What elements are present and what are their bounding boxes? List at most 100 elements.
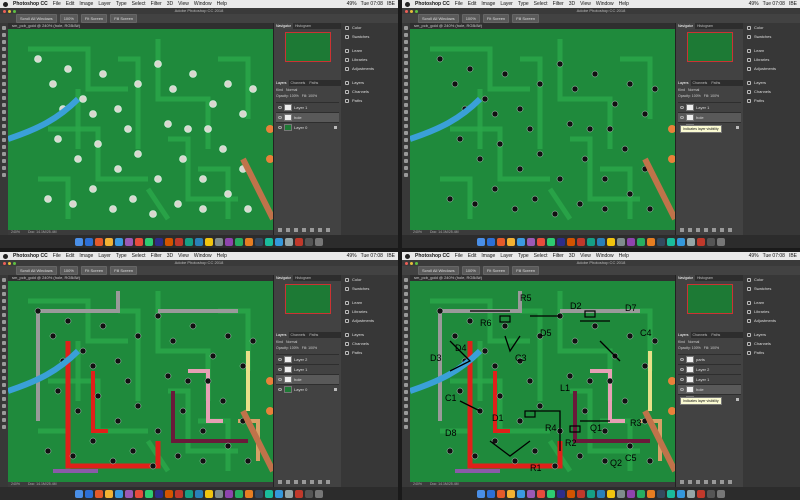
tool-icon[interactable] (2, 138, 6, 142)
minimize-window-icon[interactable] (410, 9, 413, 13)
eye-icon[interactable] (680, 106, 684, 109)
tool-icon[interactable] (2, 411, 6, 415)
eye-icon[interactable] (680, 116, 684, 119)
dock-app-icon[interactable] (195, 237, 203, 246)
dock-app-icon[interactable] (487, 489, 495, 498)
dock-item-swatches[interactable]: Swatches (743, 284, 800, 293)
panel-tab[interactable]: Navigator (676, 275, 695, 281)
link-icon[interactable] (680, 480, 684, 484)
new-layer-icon[interactable] (318, 228, 322, 232)
tool-icon[interactable] (404, 292, 408, 296)
opacity-field[interactable]: Opacity: 100% (276, 94, 299, 100)
dock-app-icon[interactable] (275, 489, 283, 498)
dock-app-icon[interactable] (567, 489, 575, 498)
close-window-icon[interactable] (405, 9, 408, 13)
dock-app-icon[interactable] (717, 489, 725, 498)
menu-item[interactable]: Image (79, 253, 93, 259)
dock-app-icon[interactable] (225, 237, 233, 246)
fill-field[interactable]: Fill: 100% (704, 346, 719, 352)
dock-app-icon[interactable] (205, 489, 213, 498)
panel-tab[interactable]: Channels (691, 332, 710, 338)
layer-name[interactable]: Layer 1 (696, 105, 709, 110)
dock-app-icon[interactable] (115, 237, 123, 246)
eye-icon[interactable] (278, 388, 282, 391)
dock-item-learn[interactable]: Learn (341, 298, 398, 307)
link-icon[interactable] (278, 228, 282, 232)
eye-icon[interactable] (278, 116, 282, 119)
dock-app-icon[interactable] (587, 489, 595, 498)
tool-icon[interactable] (404, 320, 408, 324)
tool-icon[interactable] (2, 159, 6, 163)
dock-app-icon[interactable] (507, 237, 515, 246)
tool-icon[interactable] (404, 68, 408, 72)
tool-icon[interactable] (2, 68, 6, 72)
menu-item[interactable]: File (53, 253, 61, 259)
panel-tab[interactable]: Channels (289, 332, 308, 338)
dock-app-icon[interactable] (537, 237, 545, 246)
tool-icon[interactable] (404, 313, 408, 317)
tool-icon[interactable] (2, 47, 6, 51)
menu-item[interactable]: Image (481, 1, 495, 7)
tool-icon[interactable] (2, 152, 6, 156)
dock-app-icon[interactable] (255, 489, 263, 498)
dock-app-icon[interactable] (195, 489, 203, 498)
dock-app-icon[interactable] (667, 237, 675, 246)
dock-item-adjustments[interactable]: Adjustments (341, 316, 398, 325)
navigator-thumbnail[interactable] (686, 284, 733, 314)
dock-app-icon[interactable] (155, 489, 163, 498)
app-menu[interactable]: Photoshop CC (415, 253, 450, 259)
menu-item[interactable]: Select (534, 1, 548, 7)
dock-app-icon[interactable] (577, 489, 585, 498)
tool-icon[interactable] (2, 362, 6, 366)
tool-icon[interactable] (2, 383, 6, 387)
fx-icon[interactable] (688, 228, 692, 232)
tool-icon[interactable] (2, 173, 6, 177)
mask-icon[interactable] (696, 480, 700, 484)
options-button[interactable]: Scroll All Windows (418, 14, 459, 23)
menu-item[interactable]: Window (596, 253, 614, 259)
dock-app-icon[interactable] (637, 237, 645, 246)
tool-icon[interactable] (2, 96, 6, 100)
menu-item[interactable]: View (580, 253, 591, 259)
menu-item[interactable]: Filter (553, 253, 564, 259)
tool-icon[interactable] (404, 411, 408, 415)
dock-app-icon[interactable] (225, 489, 233, 498)
tool-icon[interactable] (404, 404, 408, 408)
fx-icon[interactable] (286, 228, 290, 232)
tool-icon[interactable] (404, 306, 408, 310)
dock-item-swatches[interactable]: Swatches (743, 32, 800, 41)
layer-name[interactable]: parts (696, 357, 705, 362)
dock-app-icon[interactable] (305, 489, 313, 498)
dock-app-icon[interactable] (487, 237, 495, 246)
tool-icon[interactable] (2, 124, 6, 128)
dock-app-icon[interactable] (285, 489, 293, 498)
menu-item[interactable]: Filter (151, 253, 162, 259)
clock[interactable]: Tue 07:08 (361, 253, 383, 259)
panel-tab[interactable]: Channels (691, 80, 710, 86)
new-layer-icon[interactable] (720, 228, 724, 232)
dock-app-icon[interactable] (85, 237, 93, 246)
layer-row[interactable]: hole (678, 384, 741, 394)
dock-app-icon[interactable] (185, 489, 193, 498)
options-button[interactable]: Scroll All Windows (418, 266, 459, 275)
dock-app-icon[interactable] (667, 489, 675, 498)
layer-row[interactable]: hole (276, 374, 339, 384)
opacity-field[interactable]: Opacity: 100% (678, 346, 701, 352)
folder-icon[interactable] (310, 228, 314, 232)
adjustment-icon[interactable] (704, 480, 708, 484)
panel-tab[interactable]: Navigator (274, 275, 293, 281)
panel-tab[interactable]: Layers (676, 80, 691, 86)
options-button[interactable]: 100% (59, 266, 78, 275)
tool-icon[interactable] (2, 299, 6, 303)
dock-app-icon[interactable] (517, 237, 525, 246)
layer-name[interactable]: Layer 2 (294, 357, 307, 362)
minimize-window-icon[interactable] (8, 9, 11, 13)
dock-item-channels[interactable]: Channels (743, 87, 800, 96)
dock-app-icon[interactable] (597, 237, 605, 246)
trash-icon[interactable] (326, 480, 330, 484)
tool-icon[interactable] (404, 425, 408, 429)
panel-tab[interactable]: Layers (676, 332, 691, 338)
options-button[interactable]: Fill Screen (110, 266, 138, 275)
dock-app-icon[interactable] (647, 489, 655, 498)
close-window-icon[interactable] (3, 261, 6, 265)
